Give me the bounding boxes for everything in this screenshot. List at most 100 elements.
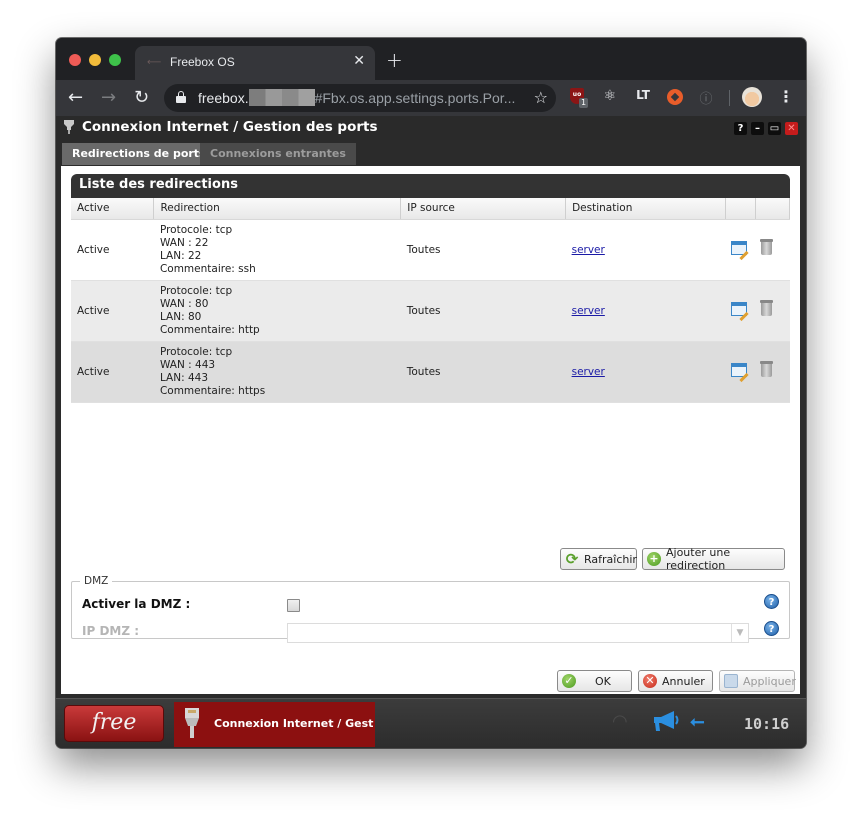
table-row[interactable]: Active Protocole: tcp WAN : 80 LAN: 80 C…	[71, 280, 790, 342]
info-extension-icon[interactable]: ⓘ	[697, 88, 715, 108]
clock: 10:16	[744, 715, 790, 733]
column-header-active[interactable]: Active	[71, 198, 155, 220]
row-destination-link[interactable]: server	[572, 244, 605, 256]
table-row[interactable]: Active Protocole: tcp WAN : 443 LAN: 443…	[71, 341, 790, 403]
row-wan: WAN : 443	[159, 358, 216, 371]
tab-close-icon[interactable]: ✕	[353, 53, 365, 69]
react-devtools-icon[interactable]: ⚛	[601, 88, 619, 108]
browser-tab[interactable]: ⟵ Freebox OS ✕	[135, 46, 375, 80]
tab-title: Freebox OS	[170, 55, 235, 69]
content-panel: Liste des redirections Active Redirectio…	[61, 166, 800, 694]
row-ip-source: Toutes	[400, 341, 566, 403]
minimize-button[interactable]: –	[751, 122, 764, 135]
back-button[interactable]: ←	[68, 87, 83, 108]
trash-icon[interactable]	[760, 361, 774, 377]
edit-icon[interactable]	[731, 363, 748, 377]
row-ip-source: Toutes	[400, 219, 566, 281]
forward-button[interactable]: →	[101, 87, 116, 108]
browser-menu-icon[interactable]: ⋮	[778, 87, 794, 106]
check-icon: ✓	[562, 674, 576, 688]
lock-icon[interactable]	[176, 91, 186, 103]
ip-dmz-select[interactable]: ▼	[287, 623, 749, 643]
zoom-window-button[interactable]	[109, 54, 121, 66]
enable-dmz-checkbox[interactable]	[287, 599, 300, 612]
tab-connexions-entrantes[interactable]: Connexions entrantes	[200, 143, 356, 165]
close-window-button[interactable]	[69, 54, 81, 66]
row-wan: WAN : 22	[159, 236, 209, 249]
table-row[interactable]: Active Protocole: tcp WAN : 22 LAN: 22 C…	[71, 219, 790, 281]
row-redirection: Protocole: tcp WAN : 443 LAN: 443 Commen…	[153, 341, 401, 403]
dmz-legend: DMZ	[84, 575, 109, 587]
tab-redirections-de-ports[interactable]: Redirections de ports	[62, 143, 216, 165]
restore-button[interactable]: ▭	[768, 122, 781, 135]
redirections-table: Active Redirection IP source Destination…	[71, 198, 791, 403]
profile-avatar[interactable]	[742, 87, 762, 107]
redacted-host	[248, 89, 315, 106]
column-header-ip-source[interactable]: IP source	[400, 198, 567, 220]
wifi-icon[interactable]: ◠	[612, 711, 628, 732]
help-icon[interactable]: ?	[764, 621, 779, 636]
row-lan: LAN: 22	[159, 249, 202, 262]
taskbar: free Connexion Internet / Gestion des po…	[56, 698, 806, 748]
browser-toolbar: ← → ↻ freebox. #Fbx.os.app.settings.ports…	[56, 80, 806, 116]
column-header-destination[interactable]: Destination	[565, 198, 726, 220]
row-active: Active	[71, 219, 154, 281]
window-title-bar[interactable]: Connexion Internet / Gestion des ports ?…	[56, 116, 806, 140]
refresh-icon: ⟳	[565, 550, 579, 568]
edit-icon[interactable]	[731, 241, 748, 255]
ublock-badge: 1	[579, 98, 589, 108]
cancel-label: Annuler	[662, 674, 705, 688]
column-header-delete	[755, 198, 791, 220]
new-tab-button[interactable]: +	[386, 48, 403, 72]
bookmark-star-icon[interactable]: ☆	[534, 88, 548, 107]
cancel-icon: ✕	[643, 674, 657, 688]
table-header-row: Active Redirection IP source Destination	[71, 198, 791, 220]
column-header-edit	[725, 198, 756, 220]
close-button[interactable]: ✕	[785, 122, 798, 135]
taskbar-item-connexion-internet[interactable]: Connexion Internet / Gestion des ports	[174, 702, 375, 747]
add-redirection-label: Ajouter une redirection	[666, 546, 731, 572]
row-destination-link[interactable]: server	[572, 366, 605, 378]
ethernet-plug-icon	[185, 708, 199, 738]
row-active: Active	[71, 280, 154, 342]
cancel-button[interactable]: ✕ Annuler	[638, 670, 713, 692]
ublock-extension-icon[interactable]: uo 1	[570, 88, 589, 108]
usb-icon[interactable]: ⭠	[690, 711, 704, 732]
help-button[interactable]: ?	[734, 122, 747, 135]
browser-window: ⟵ Freebox OS ✕ + ← → ↻ freebox. #Fbx.os.a…	[56, 38, 806, 748]
row-redirection: Protocole: tcp WAN : 80 LAN: 80 Commenta…	[153, 280, 401, 342]
chevron-down-icon[interactable]: ▼	[731, 624, 748, 642]
help-icon[interactable]: ?	[764, 594, 779, 609]
apply-button[interactable]: Appliquer	[719, 670, 796, 692]
reload-button[interactable]: ↻	[134, 87, 149, 108]
row-redirection: Protocole: tcp WAN : 22 LAN: 22 Commenta…	[153, 219, 401, 281]
address-bar[interactable]: freebox. #Fbx.os.app.settings.ports.Por..…	[164, 84, 556, 112]
free-menu-button[interactable]: free	[64, 705, 164, 742]
plus-icon: +	[647, 552, 661, 566]
url-text[interactable]: freebox. #Fbx.os.app.settings.ports.Por..…	[198, 89, 515, 106]
gem-extension-icon[interactable]	[666, 88, 684, 108]
ip-dmz-label: IP DMZ :	[82, 624, 140, 638]
row-active: Active	[71, 341, 154, 403]
taskbar-item-label: Connexion Internet / Gestion des ports	[214, 717, 374, 730]
megaphone-icon[interactable]	[652, 709, 680, 733]
trash-icon[interactable]	[760, 239, 774, 255]
row-destination-link[interactable]: server	[572, 305, 605, 317]
row-protocol: Protocole: tcp	[159, 345, 233, 358]
row-comment: Commentaire: https	[159, 384, 266, 397]
trash-icon[interactable]	[760, 300, 774, 316]
row-protocol: Protocole: tcp	[159, 284, 233, 297]
minimize-window-button[interactable]	[89, 54, 101, 66]
ok-button[interactable]: ✓ OK	[557, 670, 632, 692]
freebox-os-app: Connexion Internet / Gestion des ports ?…	[56, 116, 806, 748]
toolbar-divider	[729, 90, 730, 106]
dmz-fieldset: DMZ Activer la DMZ : IP DMZ : ▼ ? ?	[71, 575, 790, 643]
row-ip-source: Toutes	[400, 280, 566, 342]
refresh-button[interactable]: ⟳ Rafraîchir	[560, 548, 637, 570]
window-title: Connexion Internet / Gestion des ports	[82, 119, 378, 135]
languagetool-icon[interactable]: LT	[632, 88, 654, 108]
edit-icon[interactable]	[731, 302, 748, 316]
column-header-redirection[interactable]: Redirection	[153, 198, 402, 220]
add-redirection-button[interactable]: + Ajouter une redirection	[642, 546, 785, 572]
enable-dmz-label: Activer la DMZ :	[82, 597, 191, 611]
